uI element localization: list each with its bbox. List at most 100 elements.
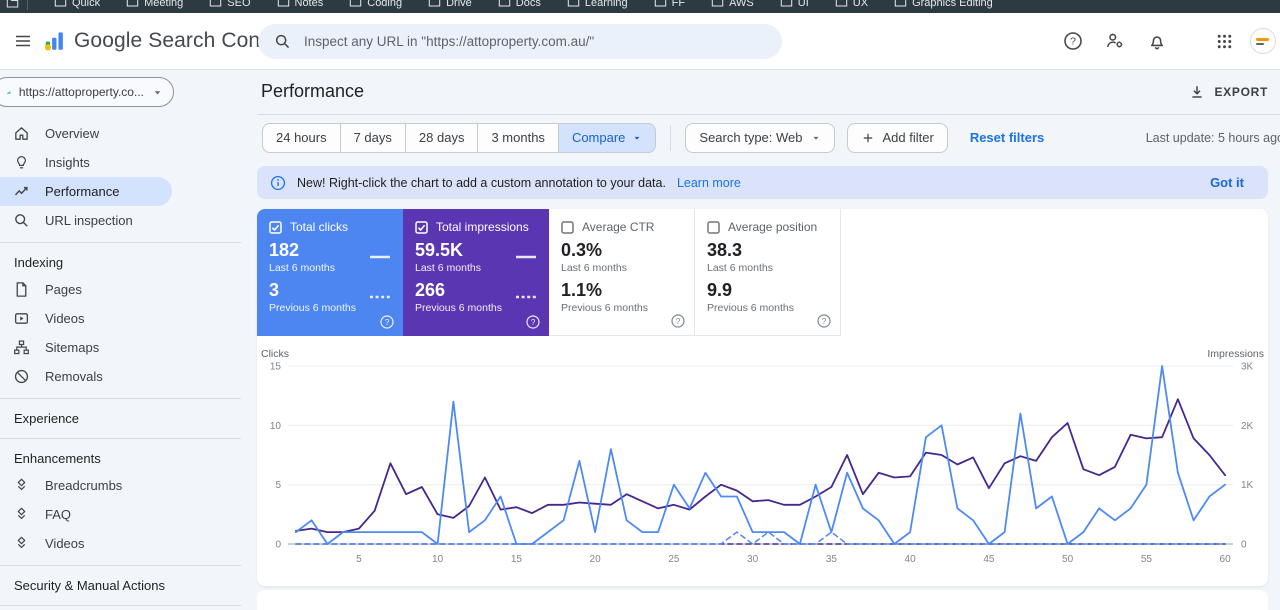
bookmark-folder-seo[interactable]: SEO bbox=[209, 0, 251, 9]
inspect-icon bbox=[15, 214, 28, 227]
bookmark-label: Learning bbox=[584, 0, 628, 9]
enhancement-icon bbox=[13, 477, 30, 494]
removals-icon bbox=[14, 369, 29, 384]
folder-icon bbox=[277, 0, 289, 7]
notifications-button[interactable] bbox=[1141, 25, 1173, 57]
main-menu-button[interactable] bbox=[8, 26, 38, 56]
metric-current-period: Last 6 months bbox=[415, 261, 481, 274]
sidebar-section-experience[interactable]: Experience bbox=[0, 406, 257, 431]
metric-card-total-impressions[interactable]: Total impressions 59.5K Last 6 months 266 Pr… bbox=[403, 209, 549, 337]
bookmark-folder-ui[interactable]: UI bbox=[780, 0, 809, 9]
bookmark-folder-docs[interactable]: Docs bbox=[498, 0, 541, 9]
bookmark-folder-quick[interactable]: Quick bbox=[54, 0, 100, 9]
bookmark-label: SEO bbox=[227, 0, 251, 9]
metric-previous-value: 1.1% bbox=[561, 279, 603, 300]
sidebar-item-insights[interactable]: Insights bbox=[0, 148, 172, 177]
checked-checkbox-icon[interactable] bbox=[269, 220, 282, 234]
bookmark-folder-coding[interactable]: Coding bbox=[349, 0, 402, 9]
metric-help-icon[interactable]: ? bbox=[817, 314, 831, 328]
sidebar-item-overview[interactable]: Overview bbox=[0, 119, 172, 148]
performance-chart[interactable]: 0 5 10 15 0 1K 2K 3K 5 10 15 20 25 30 35 40 45 50 55 60 Clic… bbox=[257, 348, 1268, 574]
got-it-button[interactable]: Got it bbox=[1204, 174, 1250, 191]
metric-card-average-position[interactable]: Average position 38.3 Last 6 months 9.9 Prev… bbox=[695, 209, 841, 337]
apps-grid-icon bbox=[1217, 34, 1232, 48]
bookmark-folder-drive[interactable]: Drive bbox=[428, 0, 472, 9]
search-type-label: Search type: Web bbox=[699, 130, 803, 146]
folder-icon bbox=[835, 0, 847, 7]
sidebar-item-breadcrumbs[interactable]: Breadcrumbs bbox=[0, 471, 172, 500]
sidebar-item-sitemaps[interactable]: Sitemaps bbox=[0, 333, 172, 362]
metric-help-icon[interactable]: ? bbox=[671, 314, 685, 328]
sidebar-divider bbox=[0, 398, 241, 399]
folder-icon bbox=[654, 0, 666, 7]
sidebar-section-enhancements[interactable]: Enhancements bbox=[0, 446, 257, 471]
search-type-filter[interactable]: Search type: Web bbox=[685, 122, 835, 153]
metric-current-value: 0.3% bbox=[561, 240, 603, 261]
date-range-28-days[interactable]: 28 days bbox=[404, 122, 479, 153]
bookmark-label: UI bbox=[797, 0, 809, 9]
bookmark-folder-meeting[interactable]: Meeting bbox=[126, 0, 183, 9]
performance-panel: Total clicks 182 Last 6 months 3 Previous 6 … bbox=[257, 209, 1268, 587]
property-selector[interactable]: https://attoproperty.co... bbox=[0, 77, 174, 107]
help-icon: ? bbox=[1064, 32, 1082, 50]
dashed-line-indicator bbox=[370, 295, 390, 298]
sidebar-item-videos[interactable]: Videos bbox=[0, 529, 172, 558]
svg-text:15: 15 bbox=[270, 362, 282, 373]
metric-help-icon[interactable]: ? bbox=[380, 315, 394, 329]
account-avatar[interactable] bbox=[1250, 28, 1276, 54]
url-inspect-search[interactable] bbox=[258, 24, 782, 59]
unchecked-checkbox-icon[interactable] bbox=[561, 220, 574, 234]
sidebar-divider bbox=[0, 438, 241, 439]
removals-icon bbox=[13, 368, 30, 385]
sidebar-item-url-inspection[interactable]: URL inspection bbox=[0, 206, 172, 235]
svg-text:45: 45 bbox=[983, 554, 995, 565]
bookmark-folder-graphics-editing[interactable]: Graphics Editing bbox=[894, 0, 993, 9]
sidebar-item-performance[interactable]: Performance bbox=[0, 177, 172, 206]
date-range-24-hours[interactable]: 24 hours bbox=[262, 122, 341, 153]
bookmark-folder-ff[interactable]: FF bbox=[654, 0, 685, 9]
sidebar-item-label: Pages bbox=[45, 282, 82, 297]
series-0-line bbox=[295, 365, 1226, 546]
reset-filters-link[interactable]: Reset filters bbox=[964, 129, 1050, 146]
google-apps-button[interactable] bbox=[1209, 26, 1240, 57]
date-range-7-days[interactable]: 7 days bbox=[339, 122, 406, 153]
svg-text:35: 35 bbox=[826, 554, 838, 565]
svg-text:60: 60 bbox=[1220, 554, 1232, 565]
compare-button[interactable]: Compare bbox=[557, 122, 657, 153]
date-range-3-months[interactable]: 3 months bbox=[477, 122, 559, 153]
url-inspect-input[interactable] bbox=[302, 33, 766, 50]
sidebar-item-videos[interactable]: Videos bbox=[0, 304, 172, 333]
sidebar-section-indexing[interactable]: Indexing bbox=[0, 250, 257, 275]
sidebar-item-faq[interactable]: FAQ bbox=[0, 500, 172, 529]
sidebar-item-label: Videos bbox=[45, 536, 85, 551]
metric-help-icon[interactable]: ? bbox=[526, 315, 540, 329]
account-settings-button[interactable] bbox=[1099, 25, 1131, 57]
metric-current-period: Last 6 months bbox=[707, 261, 773, 274]
svg-text:?: ? bbox=[822, 317, 827, 326]
bookmark-folder-ux[interactable]: UX bbox=[835, 0, 868, 9]
learn-more-link[interactable]: Learn more bbox=[677, 176, 741, 190]
export-button[interactable]: EXPORT bbox=[1183, 83, 1274, 101]
svg-text:25: 25 bbox=[668, 554, 680, 565]
sidebar: https://attoproperty.co... Overview Insig… bbox=[0, 70, 257, 610]
checked-checkbox-icon[interactable] bbox=[415, 220, 428, 234]
header-actions: ? bbox=[1057, 25, 1276, 57]
bookmark-folder-learning[interactable]: Learning bbox=[567, 0, 628, 9]
metric-card-total-clicks[interactable]: Total clicks 182 Last 6 months 3 Previous 6 … bbox=[257, 209, 403, 337]
unchecked-checkbox-icon[interactable] bbox=[707, 220, 720, 234]
bookmark-folder-notes[interactable]: Notes bbox=[277, 0, 323, 9]
bookmark-folder-aws[interactable]: AWS bbox=[711, 0, 754, 9]
inspect-icon bbox=[13, 212, 30, 229]
metric-label: Average position bbox=[728, 220, 818, 235]
sidebar-item-label: Insights bbox=[45, 155, 90, 170]
annotation-banner: New! Right-click the chart to add a cust… bbox=[257, 165, 1268, 200]
help-button[interactable]: ? bbox=[1057, 25, 1089, 57]
sidebar-section-security-manual-actions[interactable]: Security & Manual Actions bbox=[0, 573, 257, 598]
add-filter-button[interactable]: Add filter bbox=[846, 122, 948, 153]
metric-previous-period: Previous 6 months bbox=[269, 301, 356, 314]
sidebar-item-removals[interactable]: Removals bbox=[0, 362, 172, 391]
metric-previous-period: Previous 6 months bbox=[561, 301, 648, 314]
sidebar-item-pages[interactable]: Pages bbox=[0, 275, 172, 304]
browser-bookmarks-bar: Quick Meeting SEO Notes Coding Drive Docs Learn… bbox=[0, 0, 1280, 13]
metric-card-average-ctr[interactable]: Average CTR 0.3% Last 6 months 1.1% Previous… bbox=[549, 209, 695, 337]
